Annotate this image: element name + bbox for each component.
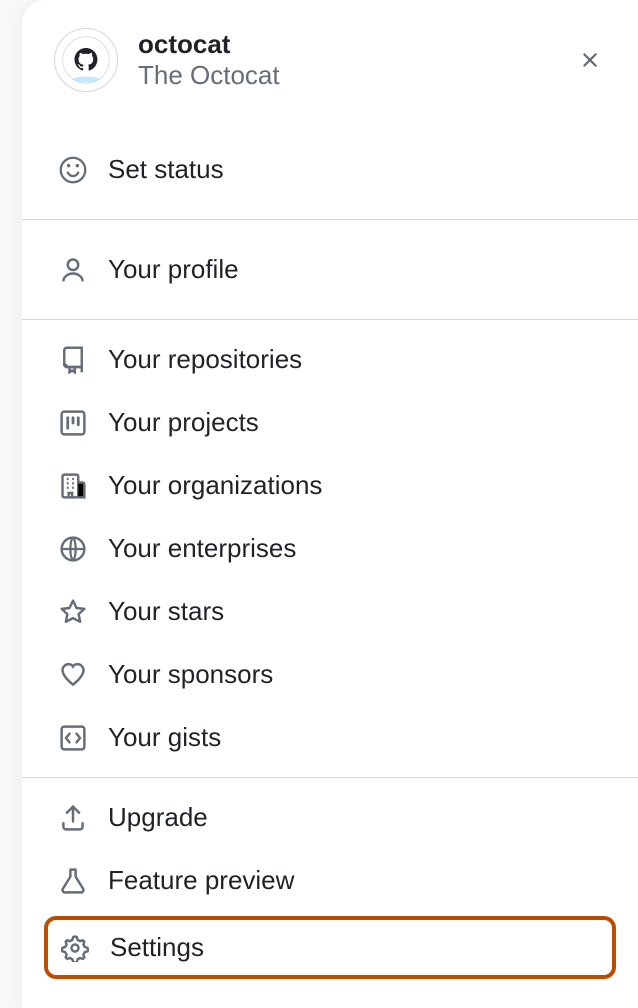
profile-section: Your profile [22,220,638,319]
repositories-item[interactable]: Your repositories [22,328,638,391]
gear-icon [60,933,90,963]
upgrade-label: Upgrade [108,802,602,833]
organizations-label: Your organizations [108,470,602,501]
settings-item[interactable]: Settings [44,916,616,979]
set-status-label: Set status [108,154,602,185]
gists-label: Your gists [108,722,602,753]
username: octocat [138,29,554,60]
avatar[interactable] [54,28,118,92]
upload-icon [58,803,88,833]
close-button[interactable] [574,44,606,76]
your-profile-label: Your profile [108,254,602,285]
repo-icon [58,345,88,375]
heart-icon [58,660,88,690]
settings-label: Settings [110,932,600,963]
status-section: Set status [22,120,638,219]
feature-preview-item[interactable]: Feature preview [22,849,638,912]
user-menu-panel: octocat The Octocat Set status Your prof… [22,0,638,1008]
octocat-icon [62,36,110,84]
close-icon [578,48,602,72]
your-profile-item[interactable]: Your profile [22,238,638,301]
user-info: octocat The Octocat [138,29,554,91]
code-square-icon [58,723,88,753]
organizations-item[interactable]: Your organizations [22,454,638,517]
enterprises-label: Your enterprises [108,533,602,564]
person-icon [58,255,88,285]
beaker-icon [58,866,88,896]
globe-icon [58,534,88,564]
repositories-label: Your repositories [108,344,602,375]
fullname: The Octocat [138,60,554,91]
organization-icon [58,471,88,501]
enterprises-item[interactable]: Your enterprises [22,517,638,580]
feature-preview-label: Feature preview [108,865,602,896]
smiley-icon [58,155,88,185]
sponsors-label: Your sponsors [108,659,602,690]
star-icon [58,597,88,627]
sponsors-item[interactable]: Your sponsors [22,643,638,706]
upgrade-item[interactable]: Upgrade [22,786,638,849]
project-icon [58,408,88,438]
stars-label: Your stars [108,596,602,627]
projects-label: Your projects [108,407,602,438]
extras-section: Upgrade Feature preview Settings [22,778,638,991]
gists-item[interactable]: Your gists [22,706,638,769]
user-header: octocat The Octocat [22,0,638,120]
stars-item[interactable]: Your stars [22,580,638,643]
set-status-item[interactable]: Set status [22,138,638,201]
nav-section: Your repositories Your projects Your org… [22,320,638,777]
projects-item[interactable]: Your projects [22,391,638,454]
